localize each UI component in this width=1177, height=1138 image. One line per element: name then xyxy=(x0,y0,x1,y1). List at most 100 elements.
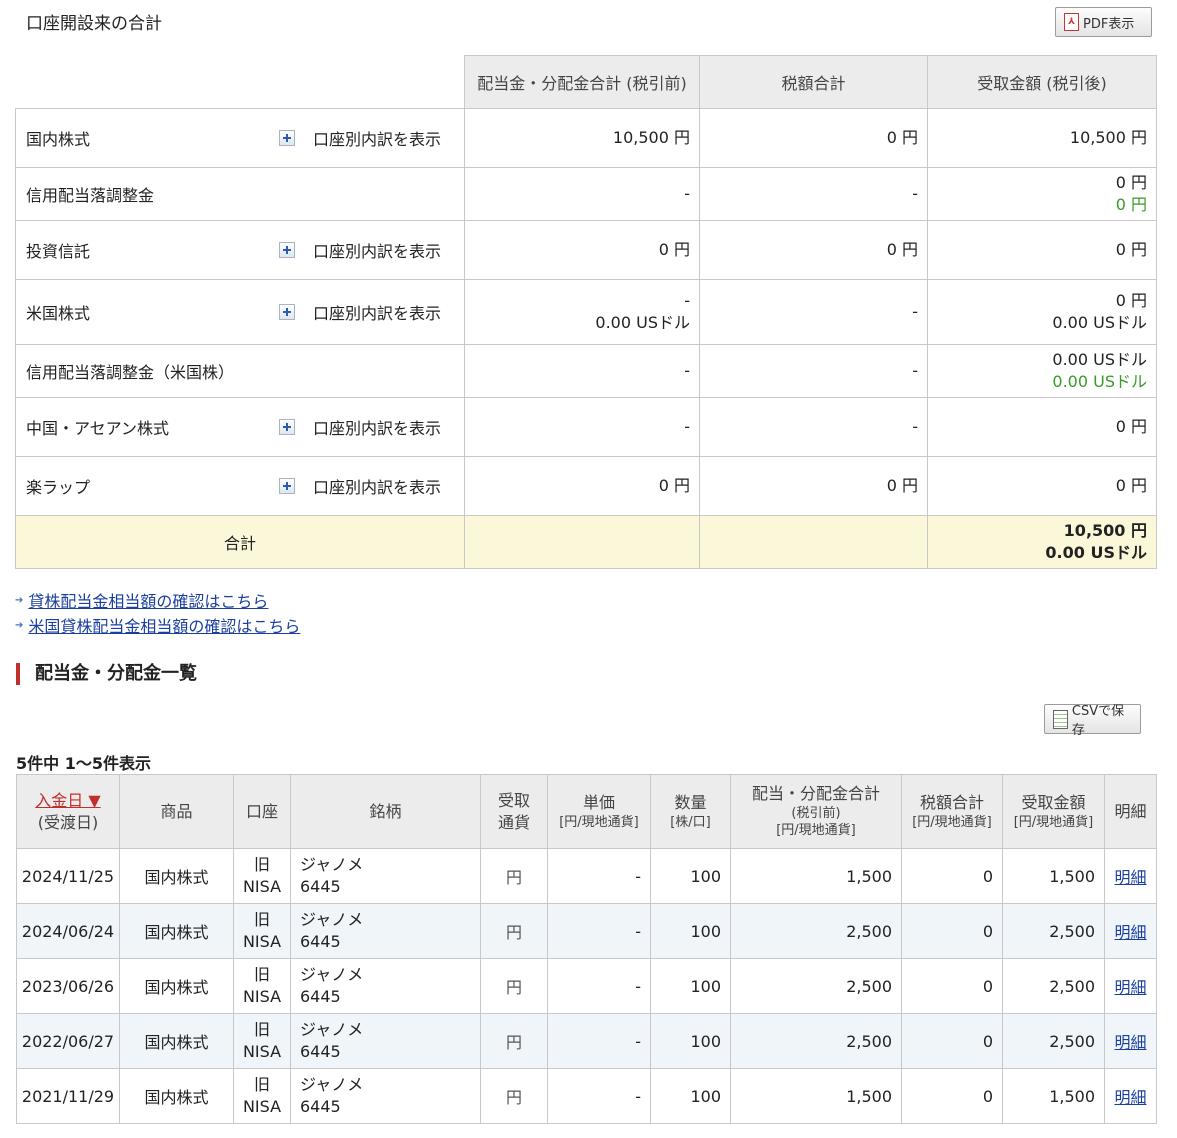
cell-unit-price: - xyxy=(547,903,651,959)
account-nisa: NISA xyxy=(242,877,282,896)
table-row: 2021/11/29 国内株式旧 NISA ジャノメ 6445 円 -100 1,500 0 1,… xyxy=(16,1068,1157,1124)
expand-breakdown[interactable]: 口座別内訳を表示 xyxy=(278,238,441,262)
account-nisa: NISA xyxy=(242,1042,282,1061)
summary-received-cell: 0 円 xyxy=(927,456,1157,516)
col-header-quantity-label: 数量 xyxy=(674,792,707,812)
tax-value: 0 円 xyxy=(886,475,918,495)
issue-name: ジャノメ xyxy=(300,909,364,929)
cell-tax: 0 xyxy=(901,848,1003,904)
summary-row-label: 国内株式 xyxy=(26,130,91,149)
summary-tax-cell: 0 円 xyxy=(699,108,928,168)
plus-icon[interactable] xyxy=(278,304,295,320)
csv-save-button[interactable]: CSVで保存 xyxy=(1044,704,1141,738)
cell-product: 国内株式 xyxy=(119,1068,234,1124)
detail-link[interactable]: 明細 xyxy=(1114,1033,1146,1052)
issue-name: ジャノメ xyxy=(300,964,364,984)
pretax-value: - xyxy=(684,416,690,436)
lending-dividend-link[interactable]: 貸株配当金相当額の確認はこちら xyxy=(28,588,268,612)
cell-currency: 円 xyxy=(480,1013,548,1069)
detail-link[interactable]: 明細 xyxy=(1114,868,1146,887)
dividend-list-table: 入金日 ▼ (受渡日) 商品 口座 銘柄 受取 通貨 単価 [円/現地通貨] 数… xyxy=(16,774,1157,1124)
col-header-quantity-sub: [株/口] xyxy=(670,814,711,830)
col-header-dividend-sub2: [円/現地通貨] xyxy=(776,823,856,839)
cell-unit-price: - xyxy=(547,1013,651,1069)
plus-icon[interactable] xyxy=(278,478,295,494)
summary-row: 信用配当落調整金（米国株） - - 0.00 USドル 0.00 USドル xyxy=(15,344,1157,398)
summary-received-cell: 0.00 USドル 0.00 USドル xyxy=(927,344,1157,398)
detail-link[interactable]: 明細 xyxy=(1114,923,1146,942)
summary-row-label-cell: 中国・アセアン株式 口座別内訳を表示 xyxy=(15,397,465,457)
col-header-quantity: 数量 [株/口] xyxy=(650,774,731,849)
pretax-value: 0 円 xyxy=(658,239,690,259)
summary-row-label-cell: 米国株式 口座別内訳を表示 xyxy=(15,279,465,345)
cell-date: 2022/06/27 xyxy=(16,1013,120,1069)
list-heading: 配当金・分配金一覧 xyxy=(16,663,197,685)
expand-breakdown[interactable]: 口座別内訳を表示 xyxy=(278,474,441,498)
plus-icon[interactable] xyxy=(278,419,295,435)
issue-code: 6445 xyxy=(300,1097,341,1116)
col-header-dividend-sub1: (税引前) xyxy=(791,805,841,821)
pdf-button[interactable]: ⅄ PDF表示 xyxy=(1055,7,1152,37)
cell-dividend: 1,500 xyxy=(730,848,902,904)
cell-account: 旧 NISA xyxy=(233,958,291,1014)
tax-value: 0 円 xyxy=(886,127,918,147)
summary-row-label-cell: 投資信託 口座別内訳を表示 xyxy=(15,220,465,280)
cell-issue: ジャノメ 6445 xyxy=(290,848,481,904)
summary-pretax-cell: 0 円 xyxy=(464,456,700,516)
expand-breakdown-label[interactable]: 口座別内訳を表示 xyxy=(313,415,441,439)
cell-product: 国内株式 xyxy=(119,1013,234,1069)
detail-link[interactable]: 明細 xyxy=(1114,978,1146,997)
summary-row: 中国・アセアン株式 口座別内訳を表示 - - 0 円 xyxy=(15,397,1157,457)
cell-product: 国内株式 xyxy=(119,848,234,904)
plus-icon[interactable] xyxy=(278,130,295,146)
expand-breakdown[interactable]: 口座別内訳を表示 xyxy=(278,126,441,150)
tax-value: 0 円 xyxy=(886,239,918,259)
cell-date: 2021/11/29 xyxy=(16,1068,120,1124)
tax-value: - xyxy=(912,416,918,436)
pretax-value: - xyxy=(684,183,690,203)
total-received-value: 0.00 USドル xyxy=(1045,543,1147,562)
expand-breakdown-label[interactable]: 口座別内訳を表示 xyxy=(313,300,441,324)
summary-header-blank xyxy=(15,55,465,109)
sort-date-link[interactable]: 入金日 ▼ xyxy=(35,791,100,810)
summary-tax-cell: - xyxy=(699,279,928,345)
detail-link[interactable]: 明細 xyxy=(1114,1088,1146,1107)
summary-pretax-cell: 0 円 xyxy=(464,220,700,280)
cell-received: 1,500 xyxy=(1002,1068,1105,1124)
expand-breakdown-label[interactable]: 口座別内訳を表示 xyxy=(313,126,441,150)
pretax-value: - xyxy=(684,360,690,380)
pretax-value: 0.00 USドル xyxy=(595,313,690,332)
col-header-account: 口座 xyxy=(233,774,291,849)
received-value: 10,500 円 xyxy=(1069,127,1147,147)
plus-icon[interactable] xyxy=(278,242,295,258)
col-header-received: 受取金額 [円/現地通貨] xyxy=(1002,774,1105,849)
cell-currency: 円 xyxy=(480,1068,548,1124)
cell-account: 旧 NISA xyxy=(233,1013,291,1069)
expand-breakdown[interactable]: 口座別内訳を表示 xyxy=(278,300,441,324)
summary-total-row: 合計 10,500 円 0.00 USドル xyxy=(15,515,1157,569)
expand-breakdown[interactable]: 口座別内訳を表示 xyxy=(278,415,441,439)
total-received-value: 10,500 円 xyxy=(1063,520,1147,540)
col-header-date-sub: (受渡日) xyxy=(37,812,99,832)
cell-account: 旧 NISA xyxy=(233,848,291,904)
col-header-currency: 受取 通貨 xyxy=(480,774,548,849)
account-type: 旧 xyxy=(253,1019,270,1039)
col-header-tax: 税額合計 [円/現地通貨] xyxy=(901,774,1003,849)
summary-tax-cell: - xyxy=(699,344,928,398)
col-header-unit-price-sub: [円/現地通貨] xyxy=(559,814,639,830)
cell-currency: 円 xyxy=(480,903,548,959)
cell-issue: ジャノメ 6445 xyxy=(290,903,481,959)
cell-quantity: 100 xyxy=(650,1068,731,1124)
summary-row-label: 楽ラップ xyxy=(26,478,91,497)
summary-row: 楽ラップ 口座別内訳を表示 0 円 0 円 0 円 xyxy=(15,456,1157,516)
expand-breakdown-label[interactable]: 口座別内訳を表示 xyxy=(313,238,441,262)
issue-code: 6445 xyxy=(300,877,341,896)
received-value: 0 円 xyxy=(1115,290,1147,310)
expand-breakdown-label[interactable]: 口座別内訳を表示 xyxy=(313,474,441,498)
summary-received-cell: 0 円 0.00 USドル xyxy=(927,279,1157,345)
summary-row: 投資信託 口座別内訳を表示 0 円 0 円 0 円 xyxy=(15,220,1157,280)
col-header-tax-label: 税額合計 xyxy=(919,792,984,812)
cell-unit-price: - xyxy=(547,958,651,1014)
us-lending-dividend-link[interactable]: 米国貸株配当金相当額の確認はこちら xyxy=(28,613,300,637)
table-row: 2022/06/27 国内株式旧 NISA ジャノメ 6445 円 -100 2,500 0 2,… xyxy=(16,1013,1157,1069)
